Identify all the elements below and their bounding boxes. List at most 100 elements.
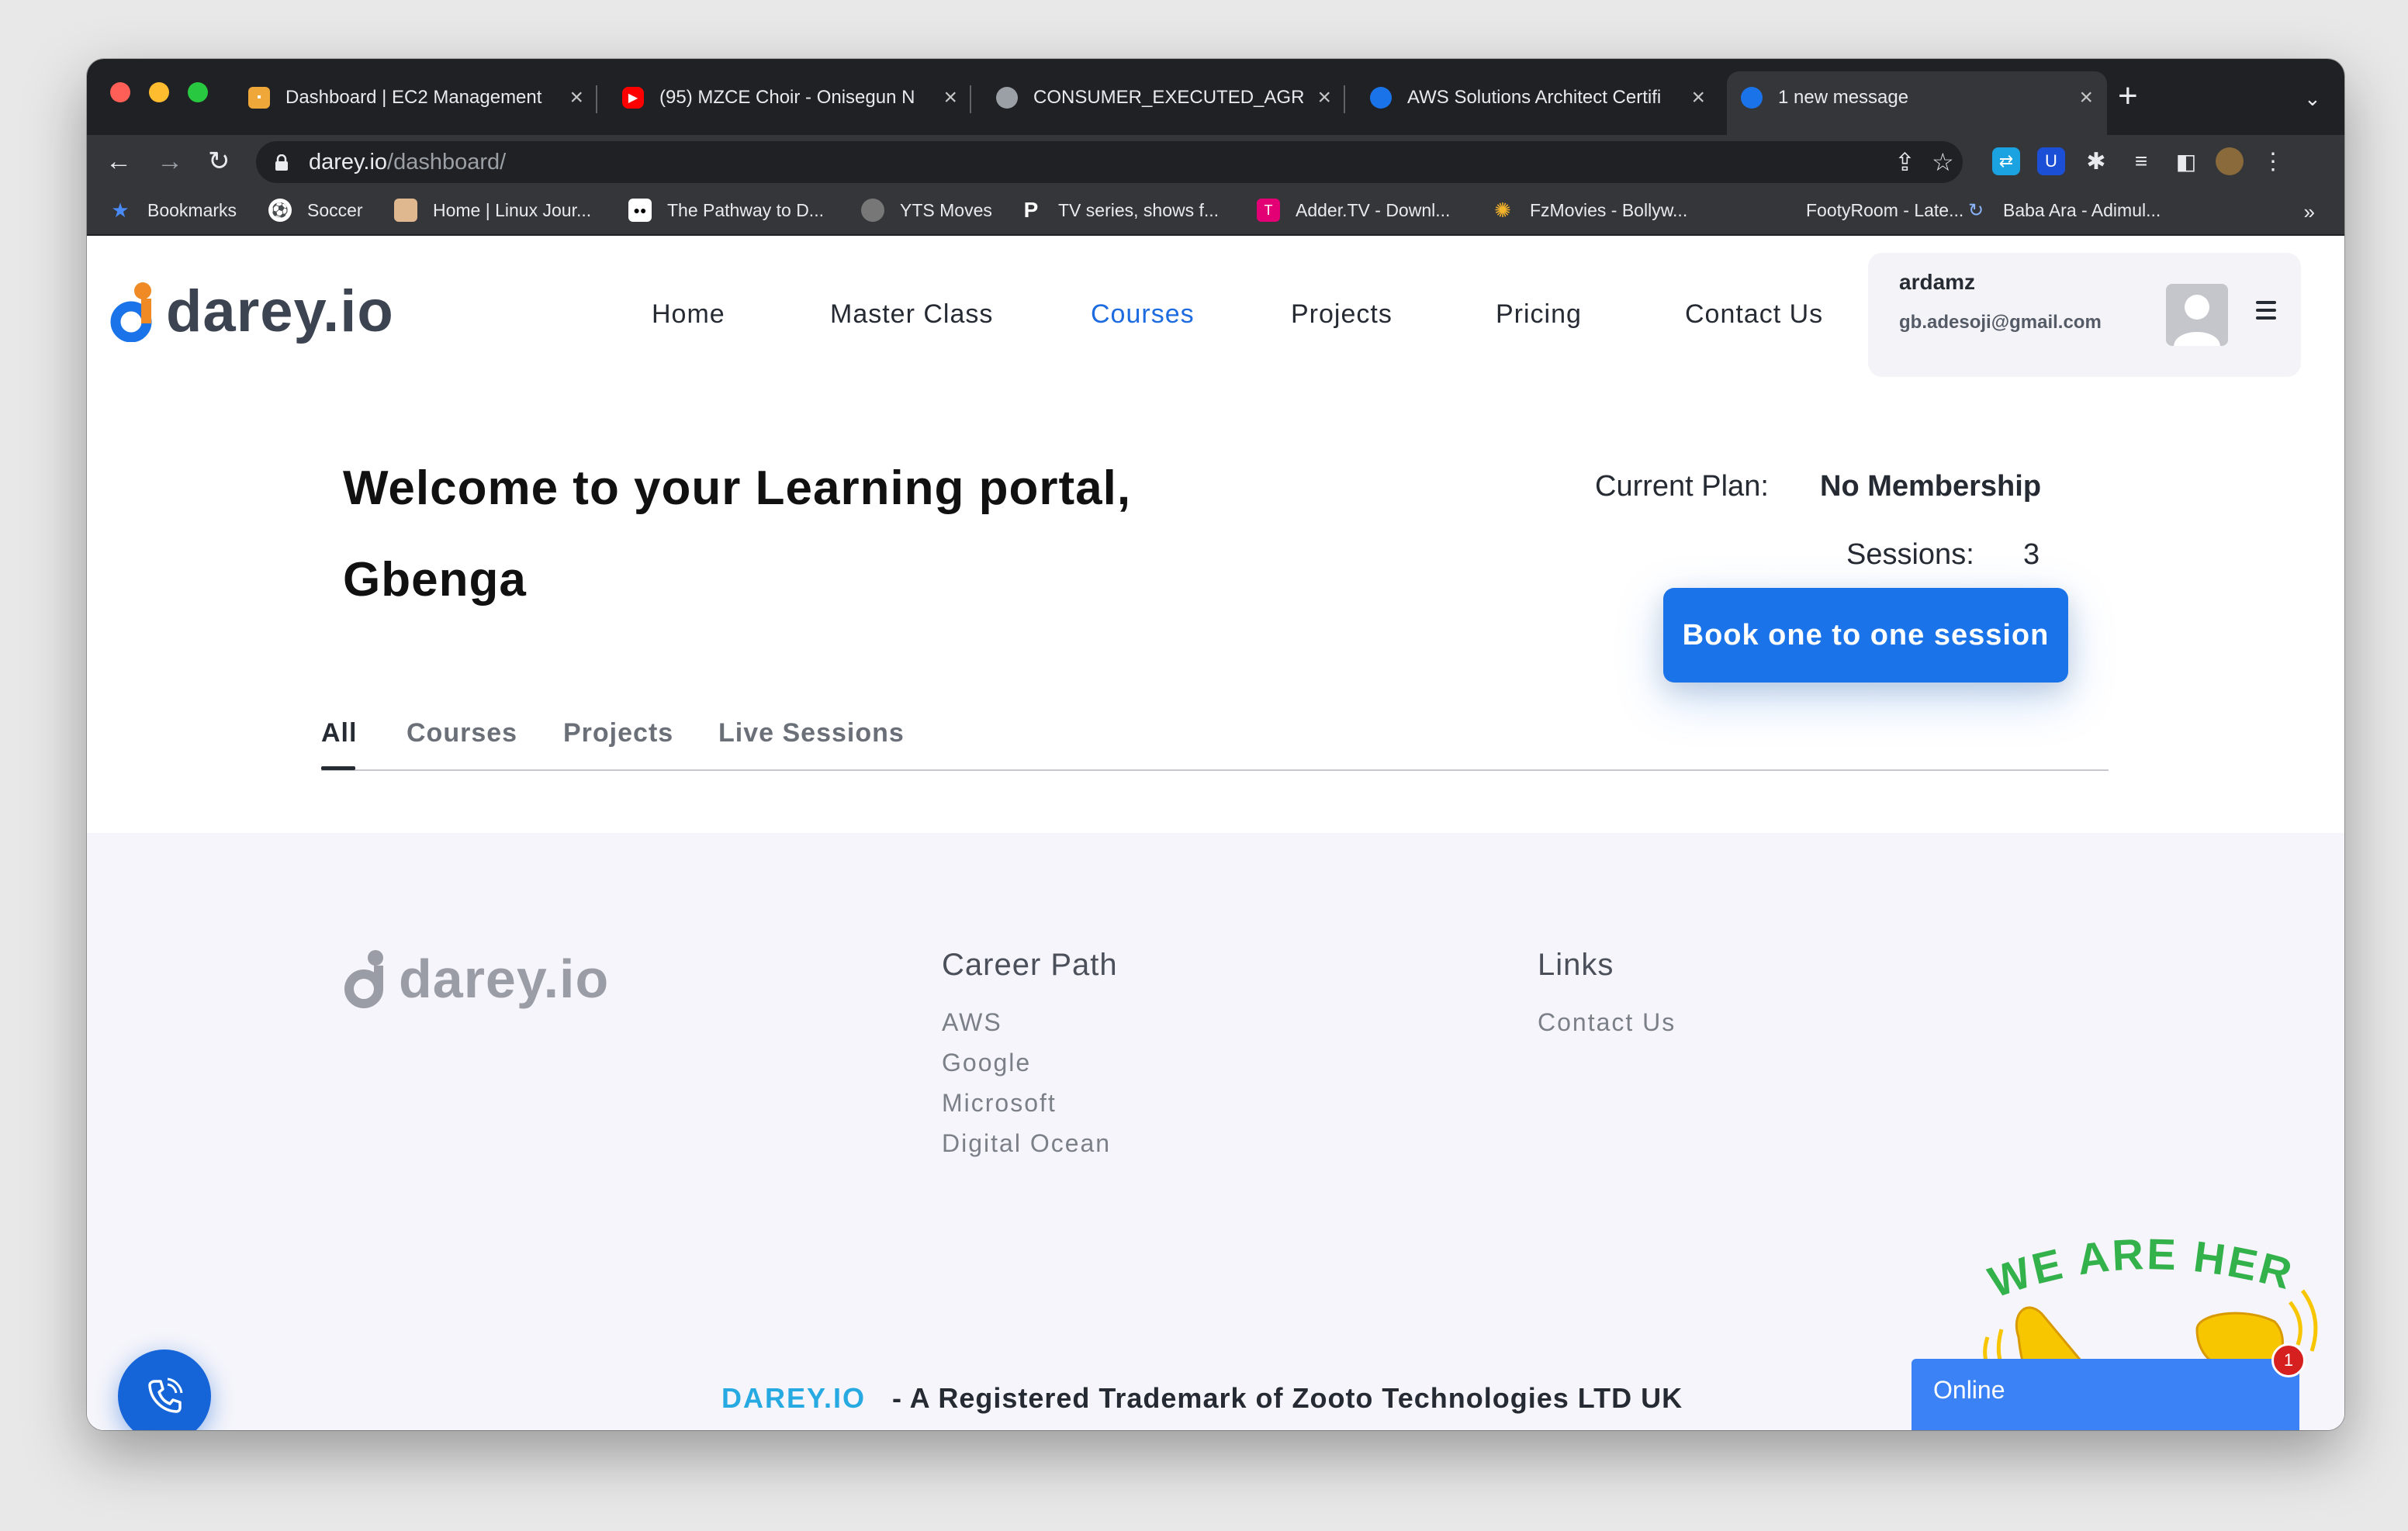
chat-widget-bar[interactable]: Online <box>1912 1359 2299 1430</box>
bookmark-item[interactable]: P TV series, shows f... <box>1019 198 1220 222</box>
adder-tv-icon: T <box>1257 199 1280 222</box>
globe-icon <box>861 199 884 222</box>
close-window-button[interactable] <box>110 82 130 102</box>
close-tab-icon[interactable]: × <box>943 85 957 111</box>
svg-text:WE ARE HERE!: WE ARE HERE! <box>1964 1213 2299 1307</box>
close-tab-icon[interactable]: × <box>1317 85 1331 111</box>
bookmark-label: TV series, shows f... <box>1058 199 1220 220</box>
book-session-button[interactable]: Book one to one session <box>1663 588 2068 683</box>
bookmark-item[interactable]: FootyRoom - Late... <box>1767 199 1963 222</box>
darey-logo-gray-icon <box>343 949 388 1009</box>
url-path: /dashboard/ <box>387 149 507 175</box>
minimize-window-button[interactable] <box>149 82 169 102</box>
user-email: gb.adesoji@gmail.com <box>1899 312 2102 333</box>
nav-pricing[interactable]: Pricing <box>1496 299 1582 330</box>
darey-icon <box>1741 87 1763 109</box>
new-tab-button[interactable]: + <box>2118 79 2138 113</box>
reading-list-icon[interactable]: ≡ <box>2127 147 2155 175</box>
trademark-brand-link[interactable]: DAREY.IO <box>721 1382 866 1415</box>
tab-all[interactable]: All <box>321 718 357 748</box>
bookmark-item[interactable]: ⚽ Soccer <box>268 199 363 222</box>
browser-tab-youtube[interactable]: ▶ (95) MZCE Choir - Onisegun N × <box>608 73 971 123</box>
footer-link-google[interactable]: Google <box>942 1049 1031 1077</box>
nav-projects[interactable]: Projects <box>1291 299 1393 330</box>
browser-window: ▪ Dashboard | EC2 Management × ▶ (95) MZ… <box>87 59 2344 1430</box>
hamburger-menu-icon[interactable] <box>2256 301 2276 324</box>
browser-tab-aws-cert[interactable]: AWS Solutions Architect Certifi × <box>1356 73 1719 123</box>
star-icon: ★ <box>111 198 130 222</box>
bookmark-label: Baba Ara - Adimul... <box>2003 199 2161 220</box>
user-name: ardamz <box>1899 270 1976 294</box>
tab-bar: ▪ Dashboard | EC2 Management × ▶ (95) MZ… <box>87 59 2344 135</box>
youtube-icon: ▶ <box>622 87 644 109</box>
darey-logo-icon <box>110 282 155 342</box>
share-icon[interactable]: ⇪ <box>1894 147 1915 177</box>
bookmarks-bar: ★ Bookmarks ⚽ Soccer Home | Linux Jour..… <box>87 189 2344 236</box>
bookmark-item[interactable]: T Adder.TV - Downl... <box>1257 199 1450 222</box>
user-menu[interactable]: ardamz gb.adesoji@gmail.com <box>1868 253 2301 377</box>
url-text: darey.io/dashboard/ <box>309 150 506 175</box>
footer-link-contact-us[interactable]: Contact Us <box>1538 1008 1676 1037</box>
tab-title: (95) MZCE Choir - Onisegun N <box>659 87 915 108</box>
extension-translate-icon[interactable]: ⇄ <box>1992 147 2020 175</box>
bookmark-item[interactable]: ●● The Pathway to D... <box>628 199 824 222</box>
fzmovies-icon: ✺ <box>1494 198 1511 222</box>
browser-tab-active[interactable]: 1 new message × <box>1727 71 2107 135</box>
tab-projects[interactable]: Projects <box>563 718 673 748</box>
maximize-window-button[interactable] <box>188 82 208 102</box>
bookmark-label: Home | Linux Jour... <box>433 199 592 220</box>
tab-courses[interactable]: Courses <box>407 718 517 748</box>
trademark-text: - A Registered Trademark of Zooto Techno… <box>892 1382 1683 1414</box>
extensions-puzzle-icon[interactable]: ✱ <box>2082 147 2110 175</box>
forward-arrow-icon[interactable]: → <box>157 146 183 177</box>
chat-status: Online <box>1933 1376 2005 1404</box>
sessions-count: 3 <box>2023 538 2040 571</box>
footyroom-icon <box>1767 199 1790 222</box>
tab-live-sessions[interactable]: Live Sessions <box>718 718 905 748</box>
nav-master-class[interactable]: Master Class <box>830 299 993 330</box>
bookmark-label: YTS Moves <box>900 199 992 220</box>
active-tab-indicator <box>321 766 355 770</box>
nav-courses[interactable]: Courses <box>1091 299 1195 330</box>
tab-separator <box>596 85 597 113</box>
nav-contact-us[interactable]: Contact Us <box>1685 299 1823 330</box>
close-tab-icon[interactable]: × <box>2079 85 2093 111</box>
footer-logo[interactable]: darey.io <box>343 948 609 1010</box>
bookmark-item[interactable]: ↻ Baba Ara - Adimul... <box>1964 199 2161 222</box>
footer-link-aws[interactable]: AWS <box>942 1008 1002 1037</box>
welcome-user-name: Gbenga <box>343 553 527 607</box>
profile-avatar-icon[interactable] <box>2216 147 2244 175</box>
extension-bitwarden-icon[interactable]: U <box>2037 147 2065 175</box>
back-arrow-icon[interactable]: ← <box>106 146 132 177</box>
reload-icon[interactable]: ↻ <box>208 146 230 177</box>
tab-separator <box>970 85 971 113</box>
bookmark-item[interactable]: YTS Moves <box>861 199 992 222</box>
sessions-label: Sessions: <box>1846 538 1974 571</box>
browser-tab-consumer[interactable]: CONSUMER_EXECUTED_AGRE × <box>982 73 1345 123</box>
tab-search-chevron-icon[interactable]: ⌄ <box>2304 87 2321 111</box>
bookmark-item[interactable]: ✺ FzMovies - Bollyw... <box>1491 199 1687 222</box>
avatar[interactable] <box>2166 284 2228 346</box>
close-tab-icon[interactable]: × <box>569 85 583 111</box>
kebab-menu-icon[interactable]: ⋮ <box>2259 147 2287 175</box>
more-bookmarks-button[interactable]: » <box>2304 200 2315 224</box>
darey-icon <box>1370 87 1392 109</box>
footer-link-digital-ocean[interactable]: Digital Ocean <box>942 1129 1111 1158</box>
site-logo[interactable]: darey.io <box>110 278 394 345</box>
page-content: darey.io Home Master Class Courses Proje… <box>87 236 2344 1430</box>
bookmark-label: The Pathway to D... <box>667 199 824 220</box>
close-tab-icon[interactable]: × <box>1691 85 1705 111</box>
we-are-here-text: WE ARE HERE! <box>1949 1173 2297 1307</box>
footer-link-microsoft[interactable]: Microsoft <box>942 1089 1057 1118</box>
refresh-circle-icon: ↻ <box>1967 199 1984 221</box>
bookmark-label: Bookmarks <box>147 199 237 220</box>
medium-icon: ●● <box>628 199 652 222</box>
bookmark-star-icon[interactable]: ☆ <box>1932 147 1954 177</box>
address-bar[interactable]: darey.io/dashboard/ ⇪ ☆ <box>256 141 1963 183</box>
nav-home[interactable]: Home <box>652 299 725 330</box>
bookmark-item[interactable]: Home | Linux Jour... <box>394 199 591 222</box>
side-panel-icon[interactable]: ◧ <box>2172 147 2200 175</box>
browser-tab-ec2[interactable]: ▪ Dashboard | EC2 Management × <box>234 73 597 123</box>
bookmark-label: Adder.TV - Downl... <box>1296 199 1451 220</box>
bookmark-item[interactable]: ★ Bookmarks <box>109 199 237 222</box>
